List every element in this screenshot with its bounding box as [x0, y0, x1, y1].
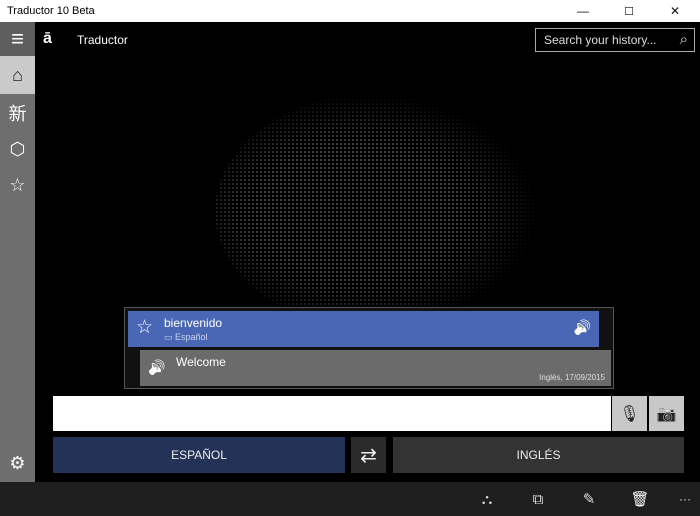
- to-language-button[interactable]: INGLÉS: [393, 437, 684, 473]
- minimize-button[interactable]: —: [560, 0, 606, 22]
- menu-icon: ≡: [11, 26, 24, 51]
- swap-languages-button[interactable]: ⇄: [351, 437, 386, 473]
- phrasebook-icon: 新: [8, 104, 27, 124]
- source-language: ▭ Español: [164, 332, 208, 342]
- target-text: Welcome: [176, 355, 226, 369]
- copy-button[interactable]: ⧉: [526, 488, 550, 510]
- target-entry[interactable]: 🔊 Welcome Inglés, 17/09/2015: [140, 350, 611, 386]
- globe-background: [215, 94, 535, 329]
- history-card[interactable]: ☆ bienvenido ▭ Español 🔊 🔊 Welcome Inglé…: [124, 307, 614, 389]
- sidebar-item-home[interactable]: ⌂: [0, 56, 35, 94]
- speaker-icon[interactable]: 🔊: [574, 319, 591, 336]
- from-language-button[interactable]: ESPAÑOL: [53, 437, 345, 473]
- search-icon[interactable]: ⌕: [680, 31, 688, 48]
- close-button[interactable]: ✕: [652, 0, 698, 22]
- window-title: Traductor 10 Beta: [7, 5, 95, 17]
- edit-button[interactable]: ✎: [577, 488, 601, 510]
- settings-button[interactable]: ⚙: [0, 444, 35, 482]
- share-button[interactable]: ⛬: [475, 488, 499, 510]
- sidebar-item-phrasebook[interactable]: 新: [0, 94, 35, 132]
- camera-icon: 📷: [656, 405, 677, 423]
- share-icon: ⛬: [481, 490, 493, 508]
- target-meta: Inglés, 17/09/2015: [539, 373, 605, 382]
- more-button[interactable]: ···: [673, 488, 697, 510]
- search-history-input[interactable]: Search your history... ⌕: [535, 28, 695, 52]
- swap-icon: ⇄: [360, 444, 377, 467]
- sidebar: ≡ ⌂ 新 ⬡ ☆ ⚙: [0, 22, 35, 482]
- more-icon: ···: [679, 492, 691, 506]
- source-text: bienvenido: [164, 316, 223, 330]
- pencil-icon: ✎: [582, 491, 596, 508]
- microphone-icon: 🎙: [619, 405, 640, 423]
- main-area: ā Traductor Search your history... ⌕ ☆ b…: [35, 22, 700, 482]
- sidebar-item-cube[interactable]: ⬡: [0, 130, 35, 168]
- text-input[interactable]: [53, 396, 611, 431]
- favorite-star-icon[interactable]: ☆: [136, 316, 153, 339]
- delete-button[interactable]: 🗑: [628, 488, 652, 510]
- hamburger-menu-button[interactable]: ≡: [0, 22, 35, 56]
- search-placeholder: Search your history...: [544, 33, 657, 47]
- gear-icon: ⚙: [9, 452, 26, 473]
- speaker-icon[interactable]: 🔊: [148, 359, 165, 376]
- camera-button[interactable]: 📷: [649, 396, 684, 431]
- title-bar: Traductor 10 Beta — ☐ ✕: [0, 0, 700, 22]
- bottom-toolbar: ⛬ ⧉ ✎ 🗑 ···: [0, 482, 700, 516]
- microphone-button[interactable]: 🎙: [612, 396, 647, 431]
- star-icon: ☆: [9, 174, 26, 195]
- trash-icon: 🗑: [630, 491, 650, 508]
- translator-logo-icon: ā: [43, 30, 52, 47]
- home-icon: ⌂: [12, 64, 23, 85]
- app-title: Traductor: [77, 33, 128, 47]
- sidebar-item-favorites[interactable]: ☆: [0, 166, 35, 204]
- cube-icon: ⬡: [9, 138, 26, 159]
- source-language-label: Español: [175, 332, 208, 342]
- copy-icon: ⧉: [532, 490, 544, 508]
- source-entry[interactable]: ☆ bienvenido ▭ Español 🔊: [128, 311, 599, 347]
- maximize-button[interactable]: ☐: [606, 0, 652, 22]
